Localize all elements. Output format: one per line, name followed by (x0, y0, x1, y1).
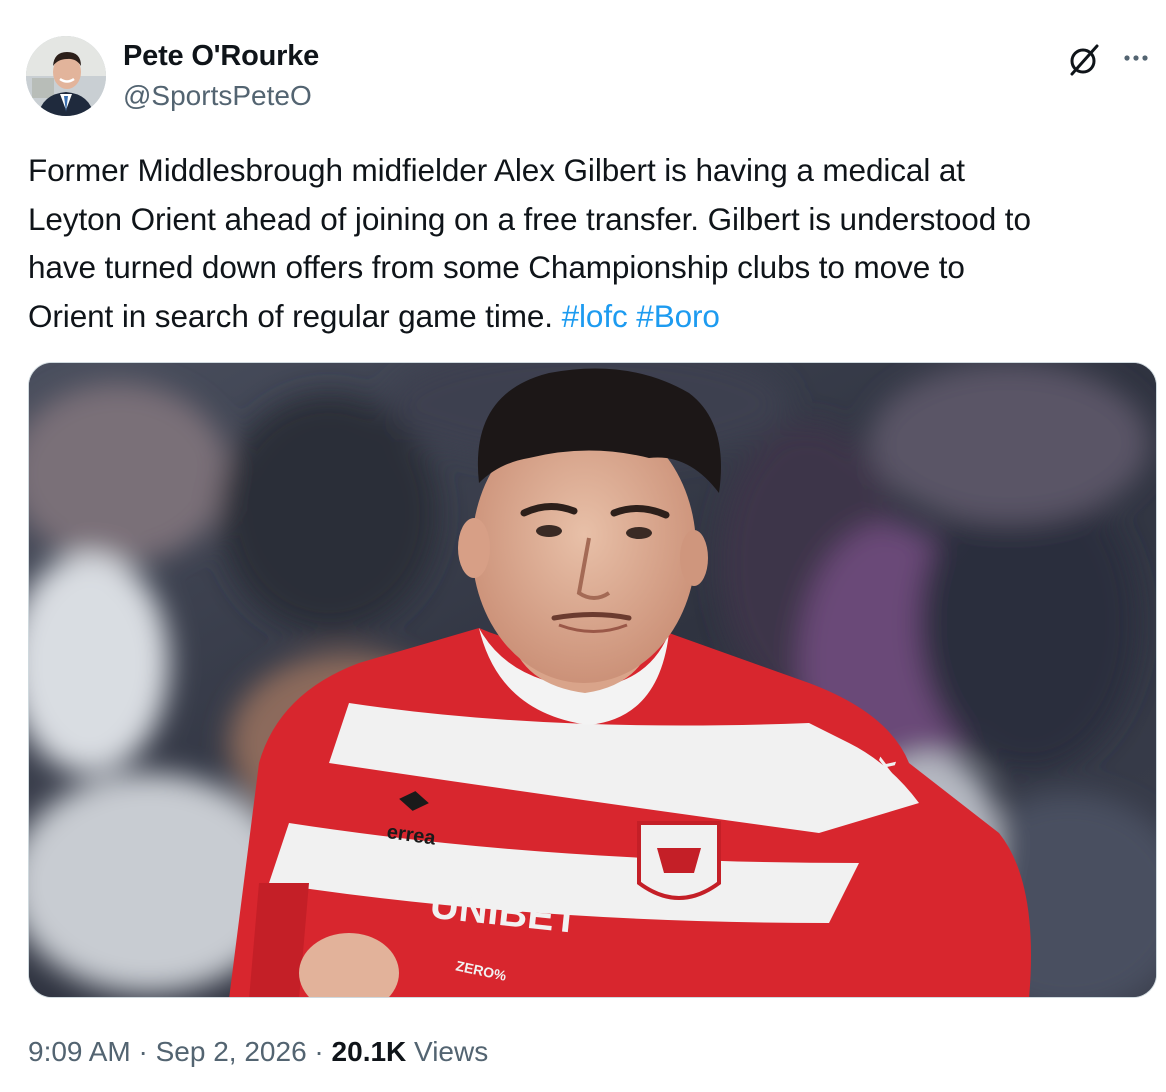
hashtag-boro[interactable]: #Boro (636, 298, 720, 334)
tweet-text-line: Leyton Orient ahead of joining on a free… (28, 200, 1031, 237)
views-label: Views (406, 1036, 489, 1067)
football-player-photo: errea UNIBET ZERO% BOX (29, 363, 1156, 997)
tweet-time[interactable]: 9:09 AM (28, 1036, 131, 1067)
hashtag-lofc[interactable]: #lofc (562, 298, 628, 334)
author-handle[interactable]: @SportsPeteO (123, 78, 319, 114)
author-block: Pete O'Rourke @SportsPeteO (123, 38, 319, 114)
author-display-name[interactable]: Pete O'Rourke (123, 38, 319, 74)
avatar[interactable] (26, 36, 106, 116)
tweet-text-line: Former Middlesbrough midfielder Alex Gil… (28, 152, 965, 188)
profile-photo-icon (26, 36, 106, 116)
tweet-card: Pete O'Rourke @SportsPeteO Former Middle… (0, 0, 1166, 1092)
tweet-text-line: have turned down offers from some Champi… (28, 249, 965, 285)
tweet-media-photo[interactable]: errea UNIBET ZERO% BOX (28, 362, 1157, 998)
tweet-text: Former Middlesbrough midfielder Alex Gil… (28, 146, 1148, 340)
meta-separator: · (130, 1036, 156, 1067)
tweet-text-line: Orient in search of regular game time. #… (28, 292, 1148, 341)
more-icon[interactable] (1116, 40, 1156, 80)
tweet-text-fragment: Orient in search of regular game time. (28, 297, 562, 334)
views-count: 20.1K (331, 1036, 407, 1067)
grok-icon[interactable] (1064, 40, 1104, 80)
tweet-date[interactable]: Sep 2, 2026 (156, 1036, 307, 1067)
meta-separator: · (306, 1036, 332, 1067)
tweet-meta: 9:09 AM · Sep 2, 2026 · 20.1K Views (28, 1034, 488, 1070)
